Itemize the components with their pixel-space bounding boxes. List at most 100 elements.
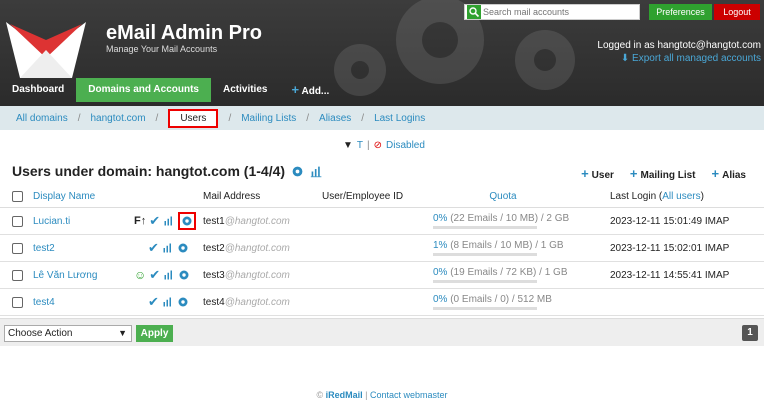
plus-icon: + [711,166,720,181]
table-row: test2 ✔ test2 @hangtot.com 1% (8 Emails /… [0,235,764,262]
mail-user: test1 [203,215,225,227]
mail-user: test2 [203,242,225,254]
crumb-separator: / [228,112,232,124]
quota: 0% (19 Emails / 72 KB) / 1 GB [433,262,573,288]
apply-button[interactable]: Apply [136,325,173,342]
footer: © iRedMail | Contact webmaster [0,390,764,400]
crumb-mailing-lists[interactable]: Mailing Lists [241,113,296,124]
app-subtitle: Manage Your Mail Accounts [106,44,218,54]
mail-address: test4 @hangtot.com [203,289,290,315]
crumb-all-domains[interactable]: All domains [16,113,68,124]
plus-icon: + [629,166,638,181]
crumb-separator: / [306,112,310,124]
quota-percent: 0% [433,213,448,224]
crumb-users[interactable]: Users [168,108,219,128]
all-users-link[interactable]: All users [662,191,700,202]
tab-add[interactable]: + Add... [279,78,341,102]
filter-icon: ▼ [343,140,353,151]
header-mail-address: Mail Address [203,191,261,202]
crumb-separator: / [77,112,81,124]
search-icon [467,5,481,19]
quota-detail: (19 Emails / 72 KB) / 1 GB [447,267,568,278]
select-all-checkbox[interactable] [12,186,24,207]
header-quota[interactable]: Quota [433,186,573,207]
filter-bar: ▼ T | ⊘ Disabled [343,140,425,151]
main-nav: Dashboard Domains and Accounts Activitie… [0,78,341,102]
display-name-link[interactable]: Lucian.ti [33,208,70,234]
tab-dashboard[interactable]: Dashboard [0,78,76,102]
export-link[interactable]: ⬇ Export all managed accounts [621,53,761,64]
search-input[interactable] [483,7,633,17]
download-icon: ⬇ [620,53,630,64]
add-mailing-list-button[interactable]: + Mailing List [630,166,696,181]
crumb-separator: / [155,112,159,124]
gear-icon[interactable] [177,296,189,308]
chart-icon[interactable] [310,165,323,178]
breadcrumb: All domains / hangtot.com / Users / Mail… [0,106,764,130]
contact-webmaster-link[interactable]: Contact webmaster [370,390,448,400]
add-user-label: User [591,170,614,181]
header-display-name[interactable]: Display Name [33,186,95,207]
check-icon: ✔ [148,240,159,255]
forwarding-icon: F↑ [134,215,147,227]
filter-disabled-link[interactable]: Disabled [386,140,425,151]
gear-icon[interactable] [178,269,190,281]
users-table: Display Name Mail Address User/Employee … [0,186,764,316]
footer-brand-link[interactable]: iRedMail [326,390,363,400]
chart-icon[interactable] [163,215,175,227]
quota: 0% (22 Emails / 10 MB) / 2 GB [433,208,573,234]
add-alias-button[interactable]: + Alias [712,166,747,181]
crumb-domain[interactable]: hangtot.com [90,113,145,124]
page-number[interactable]: 1 [742,325,758,341]
tab-domains-and-accounts[interactable]: Domains and Accounts [76,78,211,102]
crumb-separator: / [361,112,365,124]
add-actions: + User + Mailing List + Alias [581,166,746,181]
plus-icon: + [581,166,589,181]
chart-icon[interactable] [162,296,174,308]
chart-icon[interactable] [162,242,174,254]
gear-icon[interactable] [181,215,193,227]
preferences-button[interactable]: Preferences [649,4,712,20]
last-login: 2023-12-11 15:01:49 IMAP [610,215,730,227]
quota-bar [433,226,537,229]
display-name-link[interactable]: Lê Văn Lương [33,262,97,288]
quota-detail: (8 Emails / 10 MB) / 1 GB [447,240,564,251]
bulk-action-bar: Choose Action ▼ Apply 1 [0,318,764,346]
table-row: Lê Văn Lương ☺ ✔ test3 @hangtot.com 0% (1… [0,262,764,289]
filter-separator: | [367,140,370,151]
mail-domain: @hangtot.com [224,242,290,254]
quota-bar [433,307,537,310]
header: eMail Admin Pro Manage Your Mail Account… [0,0,764,106]
footer-separator: | [365,390,368,400]
mail-user: test3 [203,269,225,281]
search-box[interactable] [464,4,640,20]
row-icons: ☺ ✔ [134,262,198,288]
tab-add-label: Add... [301,86,330,97]
quota-bar [433,280,537,283]
mail-address: test2 @hangtot.com [203,235,290,261]
crumb-aliases[interactable]: Aliases [319,113,351,124]
gear-icon[interactable] [177,242,189,254]
display-name-link[interactable]: test2 [33,235,55,261]
table-row: test4 ✔ test4 @hangtot.com 0% (0 Emails /… [0,289,764,316]
display-name-link[interactable]: test4 [33,289,55,315]
quota: 1% (8 Emails / 10 MB) / 1 GB [433,235,573,261]
chart-icon[interactable] [163,269,175,281]
tab-activities[interactable]: Activities [211,78,279,102]
quota-percent: 1% [433,240,448,251]
choose-action-select[interactable]: Choose Action ▼ [4,325,132,342]
row-checkbox[interactable] [12,208,24,234]
export-label: Export all managed accounts [632,53,761,64]
quota: 0% (0 Emails / 0) / 512 MB [433,289,573,315]
logout-button[interactable]: Logout [714,4,760,20]
row-checkbox[interactable] [12,289,24,315]
add-user-button[interactable]: + User [581,166,614,181]
filter-t-link[interactable]: T [357,140,363,151]
gear-icon[interactable] [291,165,304,178]
disabled-icon: ⊘ [373,140,383,151]
row-checkbox[interactable] [12,262,24,288]
add-mailing-list-label: Mailing List [640,170,696,181]
settings-gear-highlight[interactable] [178,212,197,230]
row-checkbox[interactable] [12,235,24,261]
crumb-last-logins[interactable]: Last Logins [374,113,425,124]
